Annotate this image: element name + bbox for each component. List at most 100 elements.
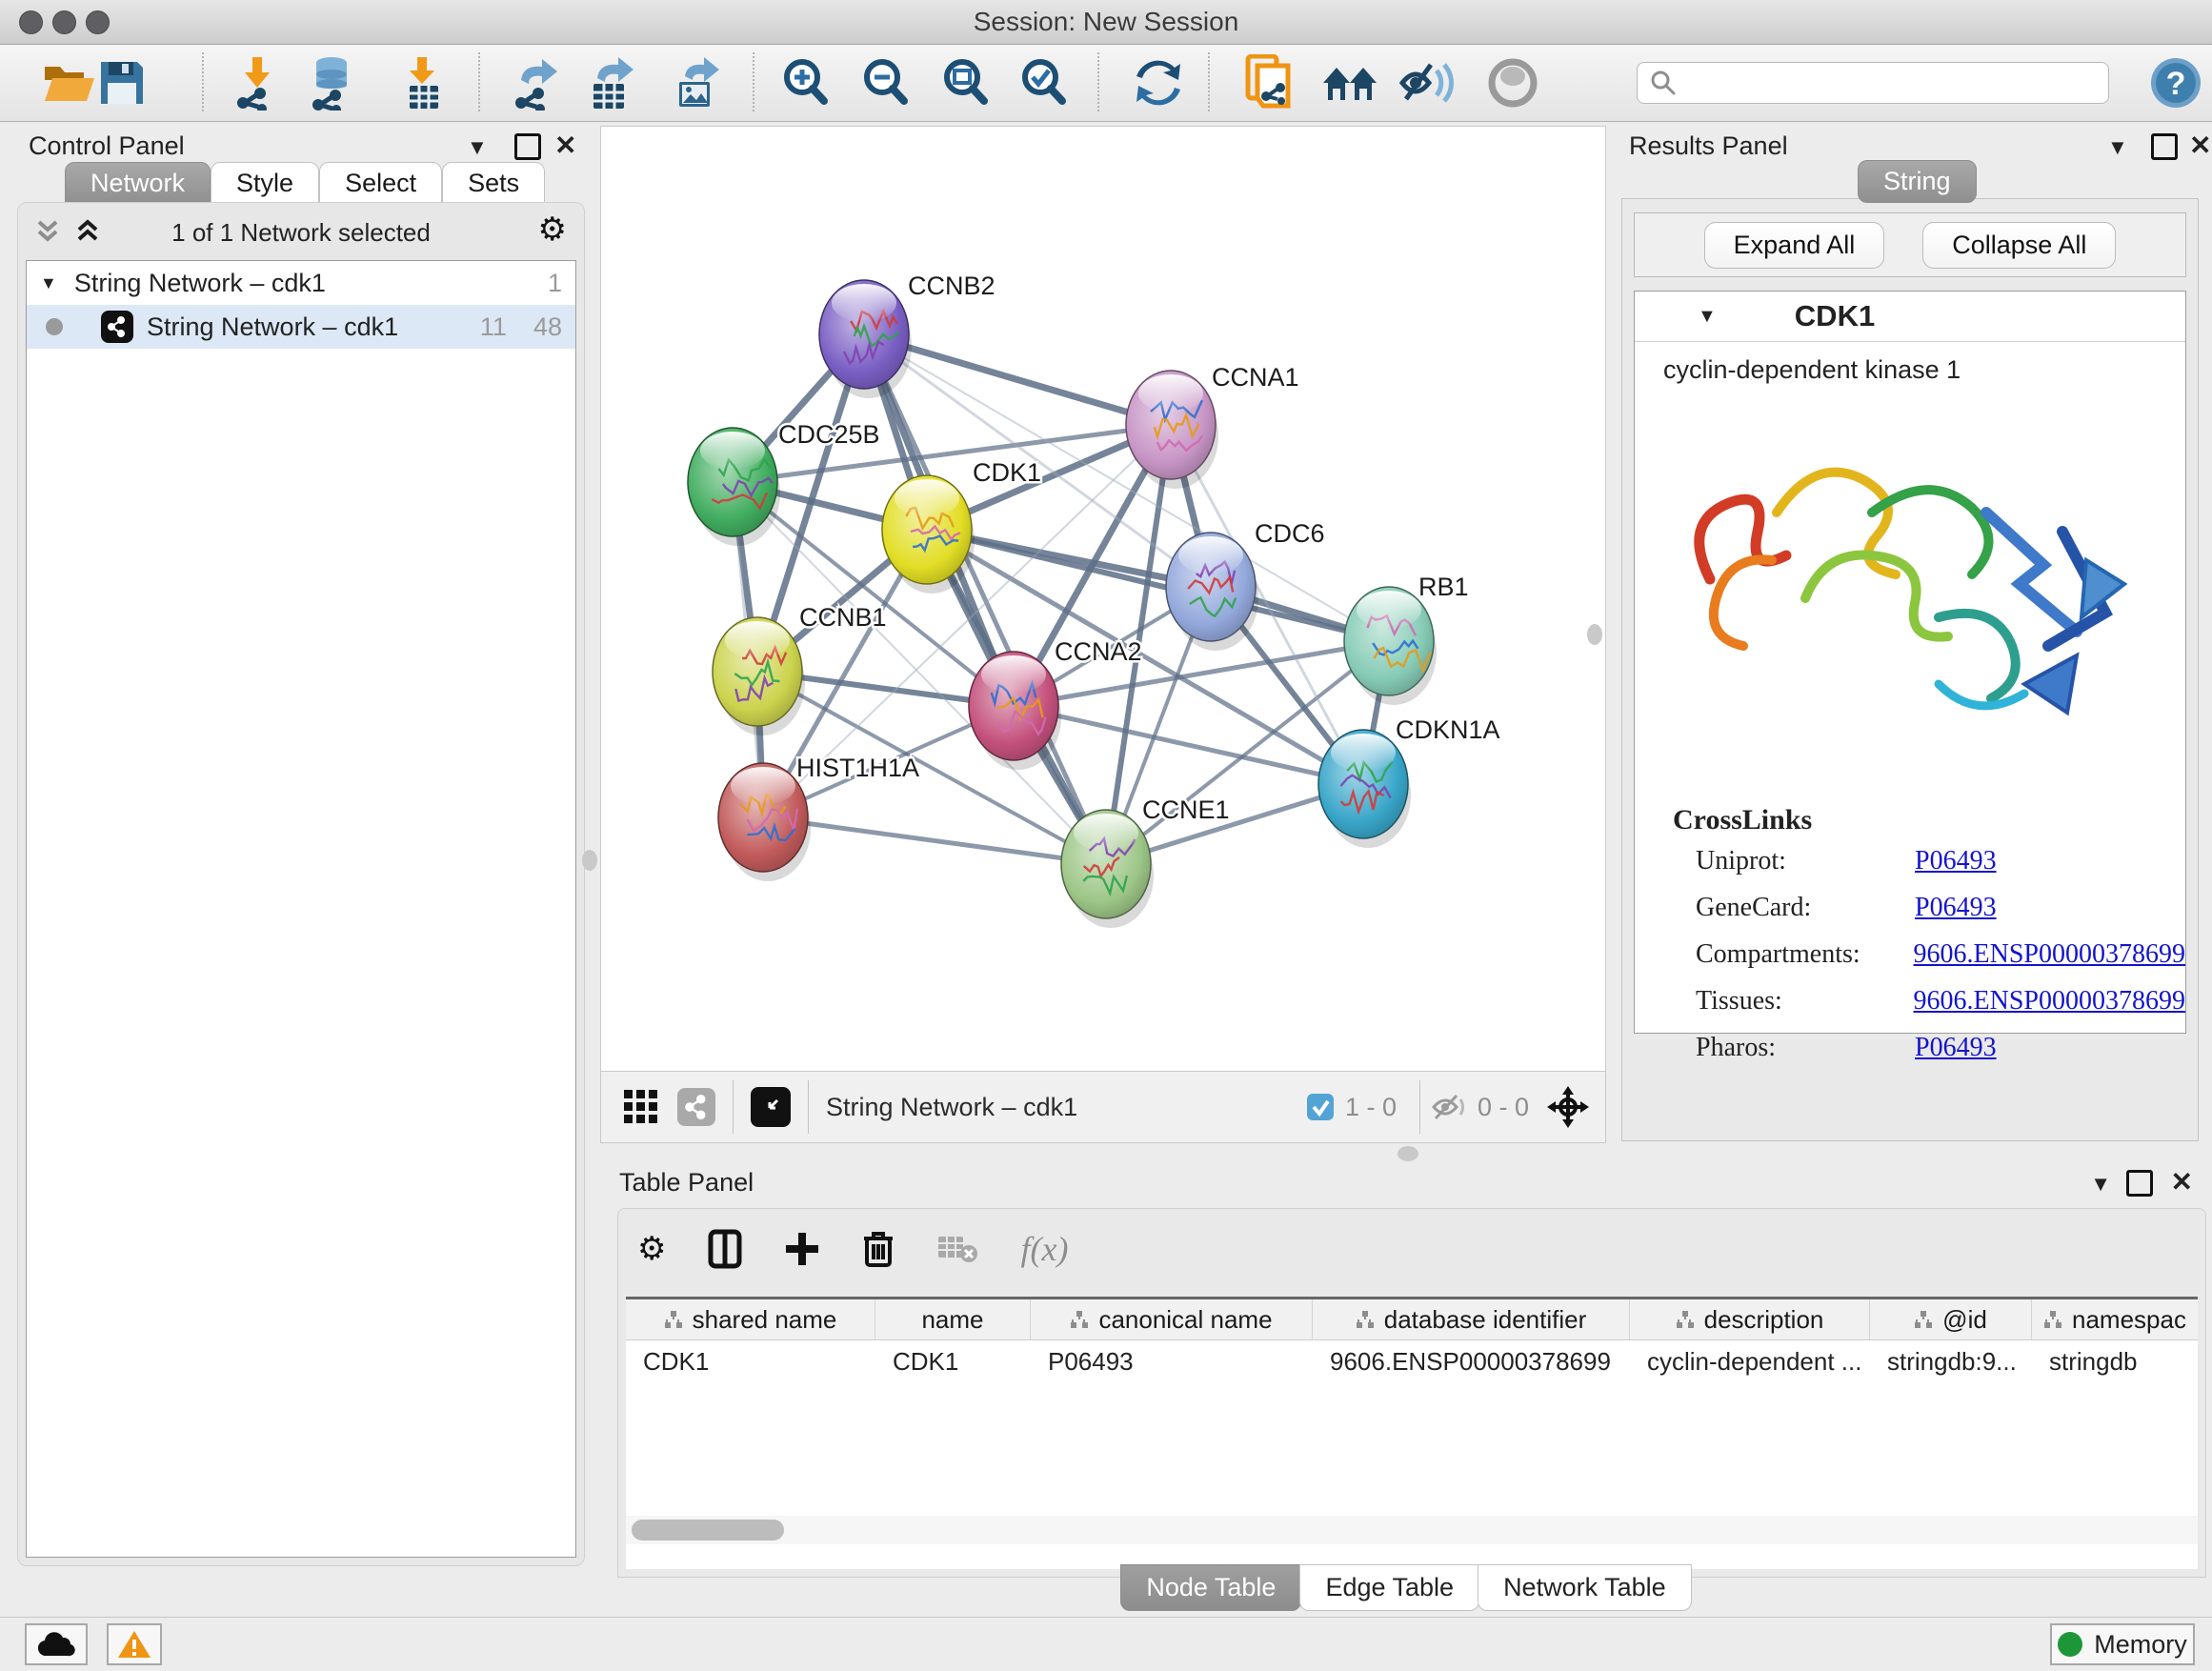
memory-button[interactable]: Memory — [2050, 1623, 2195, 1665]
crosslink-pharos[interactable]: P06493 — [1915, 1033, 1997, 1063]
function-builder-icon[interactable]: f(x) — [1020, 1229, 1068, 1269]
network-node-CDC6[interactable]: CDC6 — [1166, 519, 1325, 651]
export-image-button[interactable] — [667, 53, 728, 112]
table-options-gear-icon[interactable]: ⚙ — [637, 1230, 666, 1268]
column-header[interactable]: database identifier — [1313, 1299, 1630, 1339]
zoom-out-icon — [859, 56, 913, 110]
tab-string[interactable]: String — [1858, 160, 1977, 203]
results-panel-menu-icon[interactable]: ▼ — [2107, 135, 2128, 160]
search-input[interactable] — [1678, 69, 2108, 97]
results-panel-float-icon[interactable] — [2151, 133, 2178, 160]
delete-table-icon[interactable] — [936, 1233, 978, 1265]
zoom-in-button[interactable] — [775, 53, 836, 112]
node-label-CDKN1A: CDKN1A — [1396, 715, 1500, 744]
column-header[interactable]: name — [875, 1299, 1031, 1339]
refresh-button[interactable] — [1128, 53, 1189, 112]
crosslink-compartments[interactable]: 9606.ENSP00000378699 — [1914, 939, 2185, 970]
zoom-out-button[interactable] — [855, 53, 916, 112]
splitter-handle[interactable] — [1587, 624, 1602, 645]
tab-style[interactable]: Style — [211, 162, 319, 205]
network-node-CCNB1[interactable]: CCNB1 — [713, 603, 887, 735]
tab-network[interactable]: Network — [65, 162, 211, 205]
network-view-toolbar: String Network – cdk1 1 - 0 0 - 0 — [600, 1071, 1606, 1143]
network-options-gear-icon[interactable]: ⚙ — [538, 211, 567, 249]
zoom-selected-icon — [1017, 56, 1071, 110]
column-header[interactable]: shared name — [626, 1299, 875, 1339]
table-panel-float-icon[interactable] — [2126, 1170, 2153, 1197]
import-network-button[interactable] — [227, 53, 288, 112]
help-button[interactable]: ? — [2145, 53, 2206, 112]
network-node-RB1[interactable]: RB1 — [1344, 573, 1469, 705]
collapse-triangle-icon[interactable]: ▼ — [40, 273, 57, 293]
crosslink-tissues[interactable]: 9606.ENSP00000378699 — [1914, 986, 2185, 1017]
tab-edge-table[interactable]: Edge Table — [1299, 1564, 1479, 1611]
houses-button[interactable] — [1320, 53, 1381, 112]
expand-all-button[interactable]: Expand All — [1704, 222, 1885, 269]
crosslink-genecard[interactable]: P06493 — [1915, 893, 1997, 923]
birdseye-toggle-icon[interactable] — [622, 1086, 660, 1129]
eye-wave-button[interactable] — [1395, 53, 1456, 112]
open-external-icon[interactable] — [751, 1087, 791, 1127]
column-header[interactable]: namespac — [2032, 1299, 2198, 1339]
network-graph[interactable]: CCNB2CCNA1CDC25BCDK1CDC6RB1CCNB1CCNA2CDK… — [601, 127, 1605, 1072]
zoom-selected-button[interactable] — [1014, 53, 1075, 112]
window-minimize-button[interactable] — [52, 10, 76, 34]
sphere-button[interactable] — [1482, 53, 1543, 112]
save-session-button[interactable] — [91, 53, 152, 112]
column-header[interactable]: description — [1630, 1299, 1870, 1339]
network-node-CCNB2[interactable]: CCNB2 — [819, 272, 995, 398]
protein-card-header[interactable]: ▼ CDK1 — [1635, 292, 2185, 342]
document-network-button[interactable] — [1238, 53, 1299, 112]
export-table-button[interactable] — [581, 53, 642, 112]
splitter-handle[interactable] — [582, 850, 597, 871]
table-panel-close-icon[interactable]: ✕ — [2171, 1166, 2193, 1198]
table-row[interactable]: CDK1 CDK1 P06493 9606.ENSP00000378699 cy… — [626, 1340, 2198, 1382]
add-column-icon[interactable] — [784, 1231, 820, 1267]
collapse-triangle-icon[interactable]: ▼ — [1698, 306, 1717, 328]
hidden-eye-icon[interactable] — [1430, 1092, 1468, 1122]
zoom-fit-button[interactable] — [935, 53, 996, 112]
import-table-button[interactable] — [392, 53, 453, 112]
network-collection-row[interactable]: ▼ String Network – cdk1 1 — [27, 261, 575, 305]
zoom-fit-icon — [939, 56, 993, 110]
network-canvas[interactable]: CCNB2CCNA1CDC25BCDK1CDC6RB1CCNB1CCNA2CDK… — [600, 126, 1606, 1073]
import-database-button[interactable] — [301, 53, 362, 112]
show-columns-icon[interactable] — [708, 1229, 742, 1269]
network-node-HIST1H1A[interactable]: HIST1H1A — [718, 754, 919, 881]
selected-checkbox-icon[interactable] — [1305, 1092, 1336, 1122]
open-session-button[interactable] — [38, 53, 99, 112]
splitter-handle[interactable] — [1398, 1146, 1418, 1161]
fit-content-crosshair-icon[interactable] — [1546, 1085, 1590, 1129]
tab-network-table[interactable]: Network Table — [1478, 1564, 1692, 1611]
cloud-button[interactable] — [25, 1623, 88, 1665]
tab-node-table[interactable]: Node Table — [1120, 1564, 1301, 1611]
node-label-CCNA2: CCNA2 — [1055, 637, 1142, 666]
control-panel-close-icon[interactable]: ✕ — [554, 130, 576, 161]
tab-sets[interactable]: Sets — [442, 162, 545, 205]
network-edge[interactable] — [763, 817, 1106, 864]
horizontal-scrollbar[interactable] — [626, 1516, 2198, 1544]
control-panel-float-icon[interactable] — [514, 133, 541, 160]
toolbar-separator — [1208, 52, 1210, 111]
network-row-selected[interactable]: String Network – cdk1 11 48 — [27, 305, 575, 349]
export-network-button[interactable] — [507, 53, 568, 112]
table-panel-menu-icon[interactable]: ▼ — [2090, 1172, 2111, 1197]
delete-column-icon[interactable] — [862, 1229, 895, 1269]
column-header[interactable]: canonical name — [1031, 1299, 1313, 1339]
collapse-all-button[interactable]: Collapse All — [1922, 222, 2116, 269]
network-node-CCNA1[interactable]: CCNA1 — [1126, 363, 1299, 489]
results-panel-close-icon[interactable]: ✕ — [2189, 130, 2211, 161]
tab-select[interactable]: Select — [319, 162, 442, 205]
window-close-button[interactable] — [19, 10, 43, 34]
warning-button[interactable] — [107, 1623, 162, 1665]
string-style-icon[interactable] — [677, 1088, 715, 1126]
column-header[interactable]: @id — [1870, 1299, 2032, 1339]
network-node-CCNE1[interactable]: CCNE1 — [1061, 795, 1230, 928]
network-node-CDC25B[interactable]: CDC25B — [688, 420, 880, 546]
control-panel-menu-icon[interactable]: ▼ — [467, 135, 488, 160]
network-node-CDKN1A[interactable]: CDKN1A — [1318, 715, 1500, 848]
crosslink-uniprot[interactable]: P06493 — [1915, 846, 1997, 876]
scrollbar-thumb[interactable] — [632, 1520, 784, 1540]
control-panel-tabs: NetworkStyleSelectSets — [65, 162, 545, 205]
window-zoom-button[interactable] — [86, 10, 110, 34]
